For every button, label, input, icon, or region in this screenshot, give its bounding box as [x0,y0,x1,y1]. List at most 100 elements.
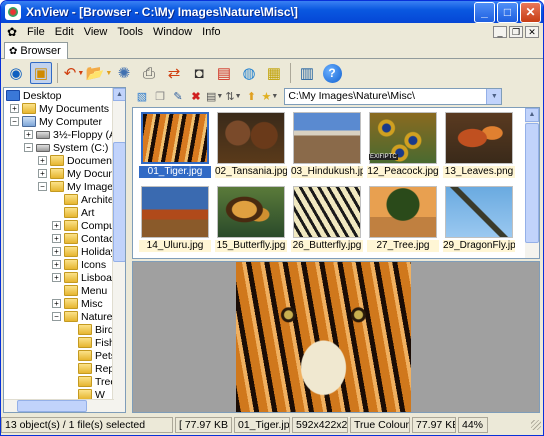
tree-item-icons[interactable]: + Icons [52,258,106,271]
image-preview-pane[interactable] [132,261,540,413]
resize-grip-icon[interactable] [531,420,541,430]
maximize-button[interactable]: □ [497,1,518,23]
expand-toggle[interactable]: + [52,247,61,256]
tree-vertical-scrollbar[interactable]: ▲ [112,88,125,412]
expand-toggle[interactable]: + [38,169,47,178]
menu-edit[interactable]: Edit [50,26,79,38]
collapse-toggle[interactable]: − [24,143,33,152]
tree-item-fish[interactable]: Fish [66,336,115,349]
delete-icon[interactable]: ✖ [188,88,204,104]
mdi-minimize-button[interactable]: _ [493,26,507,38]
thumbnail-caption: 01_Tiger.jpg [139,166,211,178]
path-input[interactable]: C:\My Images\Nature\Misc\ [288,90,415,102]
thumbnail-item[interactable]: 03_Hindukush.jpg [291,112,363,178]
tree-item-nature[interactable]: − Nature [52,310,113,323]
view-mode-icon[interactable]: ▤ ▼ [206,88,223,104]
print-icon[interactable]: ⎙ [138,62,160,84]
help-icon[interactable]: ? [321,62,343,84]
favorites-star-icon[interactable]: ★ ▼ [262,88,279,104]
tree-item-label: Misc [81,297,103,310]
expand-toggle[interactable]: + [52,273,61,282]
tree-item-system-c[interactable]: − System (C:) [24,141,108,154]
expand-toggle[interactable]: + [52,221,61,230]
menu-window[interactable]: Window [148,26,197,38]
menu-view[interactable]: View [79,26,113,38]
scroll-up-arrow-icon[interactable]: ▲ [525,108,539,122]
parent-folder-icon[interactable]: ⬆ [244,88,260,104]
copy-icon[interactable]: ❐ [152,88,168,104]
expand-toggle[interactable]: + [52,234,61,243]
expand-toggle[interactable]: + [52,299,61,308]
document-menu-icon[interactable]: ✿ [5,25,19,39]
expand-toggle[interactable]: + [38,156,47,165]
tree-item-contact[interactable]: + Contact [52,232,117,245]
tree-item-birds[interactable]: Birds [66,323,119,336]
thumbnail-item[interactable]: 14_Uluru.jpg [139,186,211,252]
status-colours: True Colours [350,417,410,433]
tree-item-tree[interactable]: Tree [66,375,116,388]
tree-item-lisboa[interactable]: + Lisboa [52,271,112,284]
status-file-size: 77.97 KB [412,417,456,433]
slideshow-icon[interactable]: ▤ [213,62,235,84]
thumbnail-grid[interactable]: 01_Tiger.jpg 02_Tansania.jpg 03_Hindukus… [132,107,540,259]
thumbnail-item[interactable]: 01_Tiger.jpg [139,112,211,178]
hindukush-thumbnail-image [293,112,361,164]
path-dropdown[interactable]: C:\My Images\Nature\Misc\ ▼ [284,87,503,105]
sort-icon[interactable]: ⇅ ▼ [225,88,241,104]
thumbnail-item[interactable]: 27_Tree.jpg [367,186,439,252]
expand-toggle[interactable]: + [52,260,61,269]
menu-info[interactable]: Info [197,26,225,38]
thumbnail-item[interactable]: 15_Butterfly.jpg [215,186,287,252]
tree-item-my-computer[interactable]: − My Computer [10,115,102,128]
tree-horizontal-scrollbar[interactable] [4,399,114,412]
minimize-button[interactable]: _ [474,1,495,23]
close-button[interactable]: ✕ [520,1,541,23]
browser-icon[interactable]: ▣ [30,62,52,84]
tree-item-floppy[interactable]: + 3½-Floppy (A:) [24,128,122,141]
title-bar[interactable]: XnView - [Browser - C:\My Images\Nature\… [1,1,543,23]
thumbnail-scroll-thumb[interactable] [525,123,539,243]
tree-scroll-thumb[interactable] [113,142,125,262]
scroll-up-arrow-icon[interactable]: ▲ [113,88,125,101]
collapse-toggle[interactable]: − [52,312,61,321]
thumbnail-item[interactable]: EXIF IPTC 12_Peacock.jpg [367,112,439,178]
settings-gear-icon[interactable]: ✺ [113,62,135,84]
mdi-close-button[interactable]: ✕ [525,26,539,38]
thumbnail-view-icon[interactable]: ▧ [134,88,150,104]
thumbnail-vertical-scrollbar[interactable]: ▲ [525,108,539,258]
tree-hscroll-thumb[interactable] [17,400,87,412]
rename-icon[interactable]: ✎ [170,88,186,104]
tree-item-menu[interactable]: Menu [52,284,107,297]
xnview-app-icon[interactable] [5,4,21,20]
collapse-toggle[interactable]: − [38,182,47,191]
contact-sheet-icon[interactable]: ▦ [263,62,285,84]
convert-icon[interactable]: ⇄ [163,62,185,84]
tree-item-misc[interactable]: + Misc [52,297,103,310]
thumbnail-item[interactable]: 13_Leaves.png [443,112,515,178]
tree-item-desktop[interactable]: Desktop [6,89,62,102]
collapse-toggle[interactable]: − [10,117,19,126]
mdi-restore-button[interactable]: ❐ [509,26,523,38]
capture-camera-icon[interactable]: ◘ [188,62,210,84]
thumbnail-item[interactable]: 29_DragonFly.jpg [443,186,515,252]
tree-item-holidays[interactable]: + Holidays [52,245,121,258]
thumbnail-item[interactable]: 26_Butterfly.jpg [291,186,363,252]
thumbnail-item[interactable]: 02_Tansania.jpg [215,112,287,178]
expand-toggle[interactable]: + [10,104,19,113]
menu-tools[interactable]: Tools [112,26,148,38]
view-eye-icon[interactable]: ◉ [5,62,27,84]
menu-file[interactable]: File [22,26,50,38]
tree-item-my-documents[interactable]: + My Documents [10,102,109,115]
chevron-down-icon[interactable]: ▼ [486,88,502,104]
tab-browser[interactable]: ✿ Browser [4,42,68,59]
panel-layout-icon[interactable]: ▥ [296,62,318,84]
back-arrow-icon[interactable]: ↶ ▼ [63,62,85,84]
tree-item-pets[interactable]: Pets [66,349,116,362]
tree-item-art[interactable]: Art [52,206,94,219]
folder-tree[interactable]: Desktop + My Documents − My Computer + 3… [3,87,126,413]
tree-item-my-images[interactable]: − My Images [38,180,118,193]
tree-item-rept[interactable]: Rept [66,362,117,375]
web-globe-icon[interactable]: ◍ [238,62,260,84]
expand-toggle[interactable]: + [24,130,33,139]
open-folder-icon[interactable]: 📂 ▼ [86,62,113,84]
